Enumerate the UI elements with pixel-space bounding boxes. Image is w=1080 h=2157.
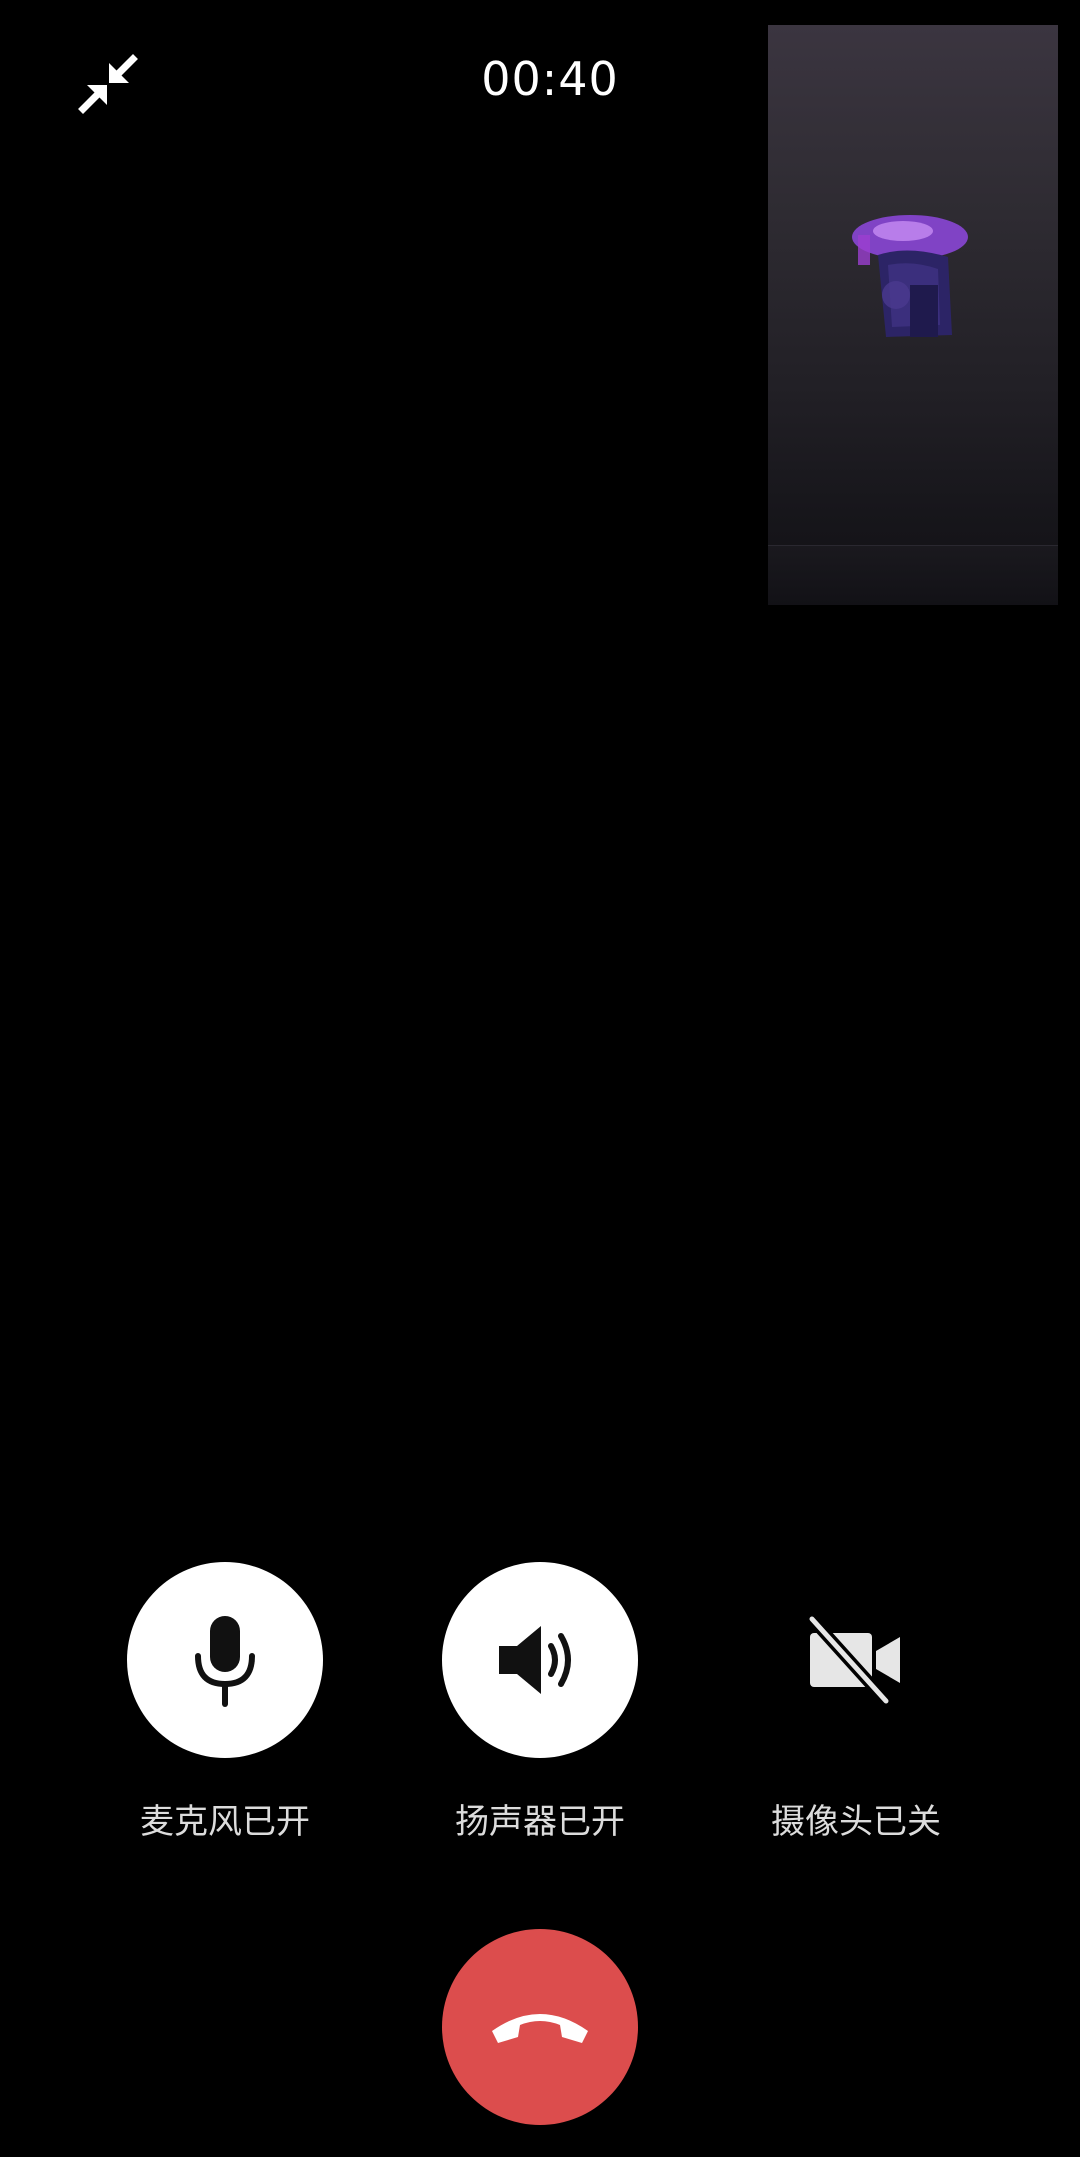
camera-toggle-button[interactable] bbox=[758, 1562, 954, 1758]
speaker-toggle-button[interactable] bbox=[442, 1562, 638, 1758]
microphone-label: 麦克风已开 bbox=[140, 1802, 310, 1842]
speaker-label: 扬声器已开 bbox=[455, 1802, 625, 1842]
hangup-button[interactable] bbox=[442, 1929, 638, 2125]
video-call-screen: 00:40 麦克风已开 扬声器已开 摄像头已关 bbox=[0, 0, 1080, 2157]
camera-control: 摄像头已关 bbox=[758, 1562, 954, 1843]
speaker-control: 扬声器已开 bbox=[442, 1562, 638, 1843]
speaker-icon bbox=[499, 1626, 571, 1694]
camera-off-icon bbox=[807, 1615, 900, 1705]
remote-video-preview[interactable] bbox=[768, 25, 1058, 605]
microphone-icon bbox=[195, 1616, 255, 1707]
microphone-toggle-button[interactable] bbox=[127, 1562, 323, 1758]
microphone-control: 麦克风已开 bbox=[127, 1562, 323, 1843]
phone-hangup-icon bbox=[492, 2014, 588, 2043]
video-figure bbox=[852, 215, 968, 337]
video-floor bbox=[768, 545, 1058, 605]
camera-label: 摄像头已关 bbox=[771, 1802, 941, 1842]
